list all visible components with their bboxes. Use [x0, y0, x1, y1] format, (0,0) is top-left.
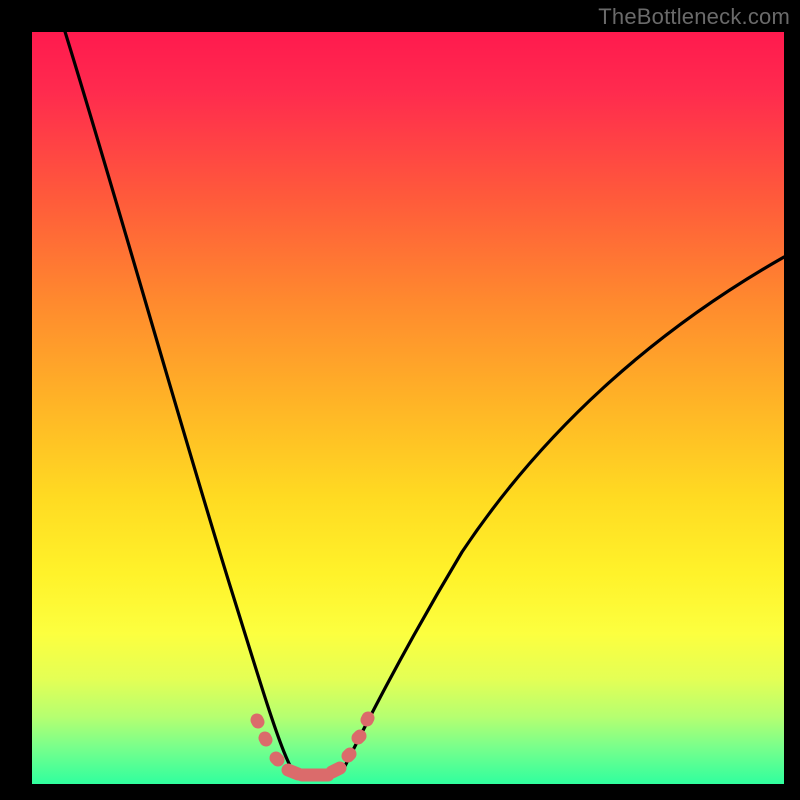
right-branch-curve: [342, 257, 784, 772]
chart-frame: TheBottleneck.com: [0, 0, 800, 800]
left-branch-curve: [62, 32, 294, 774]
plot-area: [32, 32, 784, 784]
curve-layer: [32, 32, 784, 784]
watermark-text: TheBottleneck.com: [598, 4, 790, 30]
